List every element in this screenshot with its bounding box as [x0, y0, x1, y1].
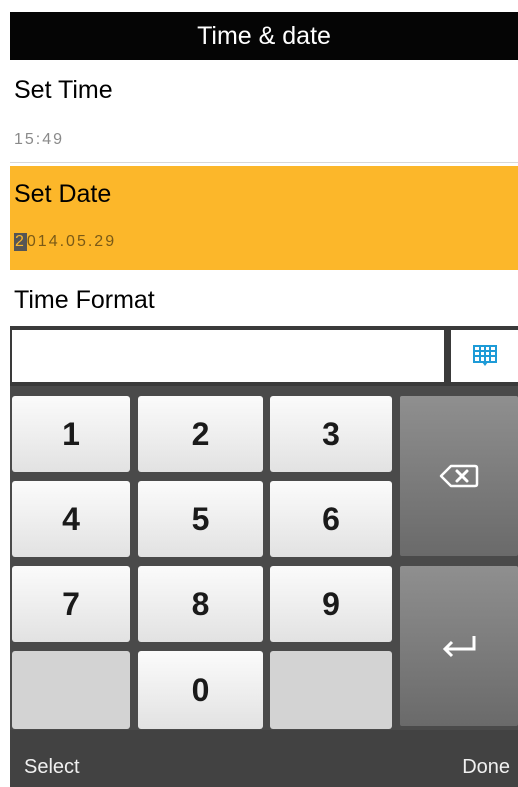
set-time-label: Set Time — [14, 76, 113, 104]
setting-set-date[interactable]: Set Date 2014.05.29 — [10, 166, 518, 270]
key-6[interactable]: 6 — [270, 481, 392, 557]
key-8[interactable]: 8 — [138, 566, 263, 642]
set-date-label: Set Date — [14, 180, 112, 208]
set-date-value-rest: 014.05.29 — [26, 233, 117, 250]
done-softkey[interactable]: Done — [462, 756, 510, 779]
page-title: Time & date — [10, 12, 518, 60]
key-1[interactable]: 1 — [12, 396, 130, 472]
softkey-bar: Select Done — [10, 730, 518, 787]
set-time-value: 15:49 — [14, 131, 65, 148]
key-2[interactable]: 2 — [138, 396, 263, 472]
key-7[interactable]: 7 — [12, 566, 130, 642]
key-3[interactable]: 3 — [270, 396, 392, 472]
blank-key-left — [12, 651, 130, 729]
keyboard-switch-button[interactable] — [451, 330, 518, 382]
input-bar — [10, 326, 518, 386]
set-date-value[interactable]: 2014.05.29 — [14, 233, 116, 251]
time-format-label: Time Format — [14, 286, 155, 314]
enter-key[interactable] — [400, 566, 518, 726]
key-0[interactable]: 0 — [138, 651, 263, 729]
enter-icon — [442, 636, 476, 658]
text-cursor: 2 — [14, 233, 27, 251]
backspace-key[interactable] — [400, 396, 518, 556]
key-4[interactable]: 4 — [12, 481, 130, 557]
backspace-icon — [439, 464, 479, 488]
select-softkey[interactable]: Select — [24, 756, 80, 779]
setting-set-time[interactable]: Set Time 15:49 — [10, 66, 518, 163]
setting-time-format[interactable]: Time Format — [10, 270, 518, 326]
key-9[interactable]: 9 — [270, 566, 392, 642]
key-5[interactable]: 5 — [138, 481, 263, 557]
title-bar: Time & date — [0, 0, 518, 66]
keyboard-icon — [472, 345, 497, 366]
app-frame: Time & date Set Time 15:49 Set Date 2014… — [0, 0, 518, 787]
numeric-keypad: 1 2 3 4 5 6 7 8 9 0 — [10, 386, 518, 730]
text-input[interactable] — [12, 330, 444, 382]
blank-key-right — [270, 651, 392, 729]
